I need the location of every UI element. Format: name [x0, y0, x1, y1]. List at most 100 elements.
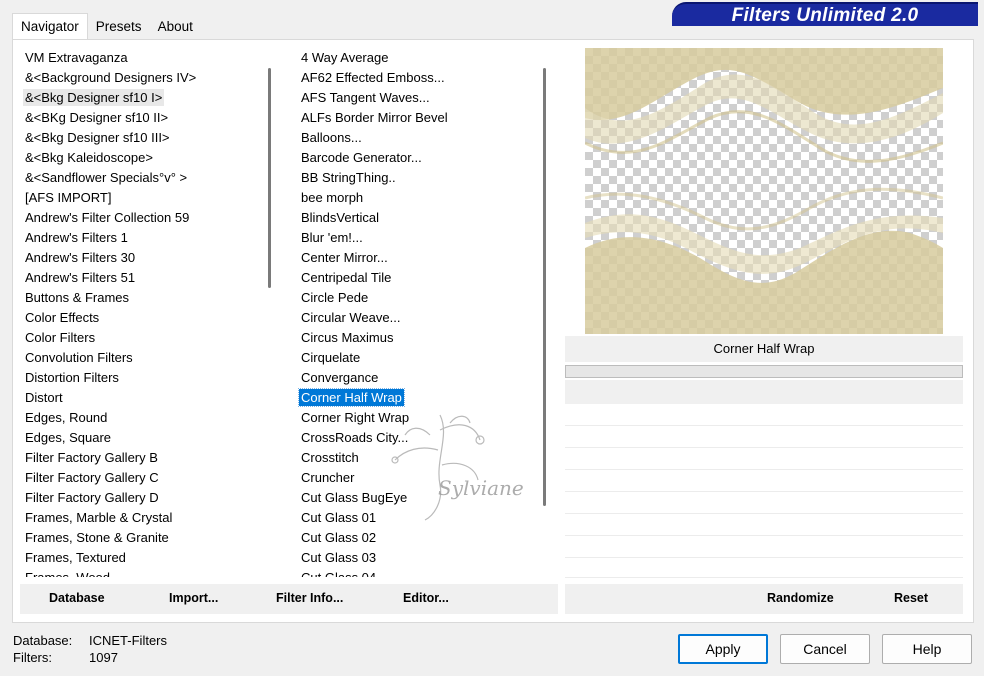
category-item[interactable]: Frames, Stone & Granite: [20, 528, 260, 548]
category-item[interactable]: Frames, Marble & Crystal: [20, 508, 260, 528]
tab-bar: Navigator Presets About: [12, 13, 201, 39]
filter-item[interactable]: Cut Glass BugEye: [296, 488, 534, 508]
apply-button[interactable]: Apply: [678, 634, 768, 664]
filter-item-label: BB StringThing..: [301, 170, 396, 185]
preview-filter-name: Corner Half Wrap: [565, 336, 963, 362]
filter-item[interactable]: Circular Weave...: [296, 308, 534, 328]
database-button[interactable]: Database: [49, 591, 105, 605]
import-button[interactable]: Import...: [169, 591, 218, 605]
filter-item-label: Center Mirror...: [301, 250, 388, 265]
tab-presets[interactable]: Presets: [88, 15, 150, 39]
filter-item-label: Circus Maximus: [301, 330, 394, 345]
category-item[interactable]: Andrew's Filters 51: [20, 268, 260, 288]
status-database-value: ICNET-Filters: [89, 633, 167, 648]
tab-about[interactable]: About: [150, 15, 201, 39]
filter-item[interactable]: bee morph: [296, 188, 534, 208]
filter-item[interactable]: Cirquelate: [296, 348, 534, 368]
category-item[interactable]: &<Bkg Kaleidoscope>: [20, 148, 260, 168]
status-filters: Filters: 1097: [13, 650, 118, 665]
filter-item[interactable]: Barcode Generator...: [296, 148, 534, 168]
filter-item[interactable]: Cut Glass 02: [296, 528, 534, 548]
category-item[interactable]: Frames, Wood: [20, 568, 260, 577]
filter-item[interactable]: Convergance: [296, 368, 534, 388]
filter-item[interactable]: ALFs Border Mirror Bevel: [296, 108, 534, 128]
filter-item[interactable]: Centripedal Tile: [296, 268, 534, 288]
filter-item[interactable]: 4 Way Average: [296, 48, 534, 68]
category-scrollbar[interactable]: [262, 48, 279, 577]
filter-item[interactable]: AF62 Effected Emboss...: [296, 68, 534, 88]
category-item[interactable]: &<Sandflower Specials°v° >: [20, 168, 260, 188]
control-row: [565, 515, 963, 536]
tab-navigator[interactable]: Navigator: [12, 13, 88, 39]
filter-item[interactable]: Corner Half Wrap: [296, 388, 534, 408]
filter-list[interactable]: 4 Way Average AF62 Effected Emboss... AFS …: [296, 48, 534, 577]
randomize-button[interactable]: Randomize: [767, 591, 834, 605]
category-item-label: Frames, Marble & Crystal: [25, 510, 173, 525]
category-item[interactable]: Filter Factory Gallery D: [20, 488, 260, 508]
category-item[interactable]: Distort: [20, 388, 260, 408]
filter-item[interactable]: Cut Glass 04: [296, 568, 534, 577]
status-filters-value: 1097: [89, 650, 118, 665]
category-item[interactable]: Andrew's Filter Collection 59: [20, 208, 260, 228]
filter-item-label: CrossRoads City...: [301, 430, 409, 445]
filter-item[interactable]: Balloons...: [296, 128, 534, 148]
category-item-label: Distortion Filters: [25, 370, 119, 385]
filter-item[interactable]: CrossRoads City...: [296, 428, 534, 448]
category-item[interactable]: Edges, Round: [20, 408, 260, 428]
category-item[interactable]: Andrew's Filters 30: [20, 248, 260, 268]
filter-item[interactable]: Circus Maximus: [296, 328, 534, 348]
filter-item[interactable]: AFS Tangent Waves...: [296, 88, 534, 108]
filter-item[interactable]: Cruncher: [296, 468, 534, 488]
category-item[interactable]: Convolution Filters: [20, 348, 260, 368]
category-item[interactable]: Filter Factory Gallery C: [20, 468, 260, 488]
category-item[interactable]: &<BKg Designer sf10 II>: [20, 108, 260, 128]
category-item-label: Buttons & Frames: [25, 290, 130, 305]
category-item[interactable]: [AFS IMPORT]: [20, 188, 260, 208]
filter-item[interactable]: Crosstitch: [296, 448, 534, 468]
filter-item[interactable]: Center Mirror...: [296, 248, 534, 268]
reset-button[interactable]: Reset: [894, 591, 928, 605]
help-button[interactable]: Help: [882, 634, 972, 664]
control-row: [565, 427, 963, 448]
category-item[interactable]: Color Filters: [20, 328, 260, 348]
filter-item[interactable]: Corner Right Wrap: [296, 408, 534, 428]
filter-item[interactable]: BB StringThing..: [296, 168, 534, 188]
category-item[interactable]: &<Bkg Designer sf10 I>: [20, 88, 260, 108]
preview-progress-bar: [565, 365, 963, 378]
filter-scroll-thumb[interactable]: [543, 68, 546, 506]
category-item[interactable]: &<Bkg Designer sf10 III>: [20, 128, 260, 148]
filter-item-label: Cut Glass 02: [301, 530, 377, 545]
category-item[interactable]: VM Extravaganza: [20, 48, 260, 68]
category-item[interactable]: Andrew's Filters 1: [20, 228, 260, 248]
category-item[interactable]: Edges, Square: [20, 428, 260, 448]
filter-item[interactable]: Cut Glass 03: [296, 548, 534, 568]
filter-item-label: AF62 Effected Emboss...: [301, 70, 445, 85]
category-item[interactable]: Buttons & Frames: [20, 288, 260, 308]
filter-item-label: AFS Tangent Waves...: [301, 90, 430, 105]
filter-item[interactable]: Cut Glass 01: [296, 508, 534, 528]
filter-scrollbar[interactable]: [537, 48, 554, 577]
filter-item-label: Crosstitch: [301, 450, 359, 465]
category-item-label: VM Extravaganza: [25, 50, 128, 65]
category-item-label: Andrew's Filters 51: [25, 270, 136, 285]
category-item[interactable]: Frames, Textured: [20, 548, 260, 568]
category-item[interactable]: &<Background Designers IV>: [20, 68, 260, 88]
status-database-label: Database:: [13, 633, 73, 648]
filter-item[interactable]: Blur 'em!...: [296, 228, 534, 248]
filter-info-button[interactable]: Filter Info...: [276, 591, 343, 605]
category-item[interactable]: Color Effects: [20, 308, 260, 328]
cancel-button[interactable]: Cancel: [780, 634, 870, 664]
editor-button[interactable]: Editor...: [403, 591, 449, 605]
category-scroll-thumb[interactable]: [268, 68, 271, 288]
filter-item[interactable]: BlindsVertical: [296, 208, 534, 228]
category-item[interactable]: Distortion Filters: [20, 368, 260, 388]
category-item-label: Frames, Stone & Granite: [25, 530, 169, 545]
category-item-label: Frames, Textured: [25, 550, 126, 565]
category-item-label: &<Bkg Kaleidoscope>: [25, 150, 153, 165]
category-list[interactable]: VM Extravaganza &<Background Designers IV…: [20, 48, 260, 577]
filter-item[interactable]: Circle Pede: [296, 288, 534, 308]
category-item-label: &<Sandflower Specials°v° >: [25, 170, 188, 185]
filter-item-label: Centripedal Tile: [301, 270, 392, 285]
category-item[interactable]: Filter Factory Gallery B: [20, 448, 260, 468]
filter-item-label: Circle Pede: [301, 290, 369, 305]
